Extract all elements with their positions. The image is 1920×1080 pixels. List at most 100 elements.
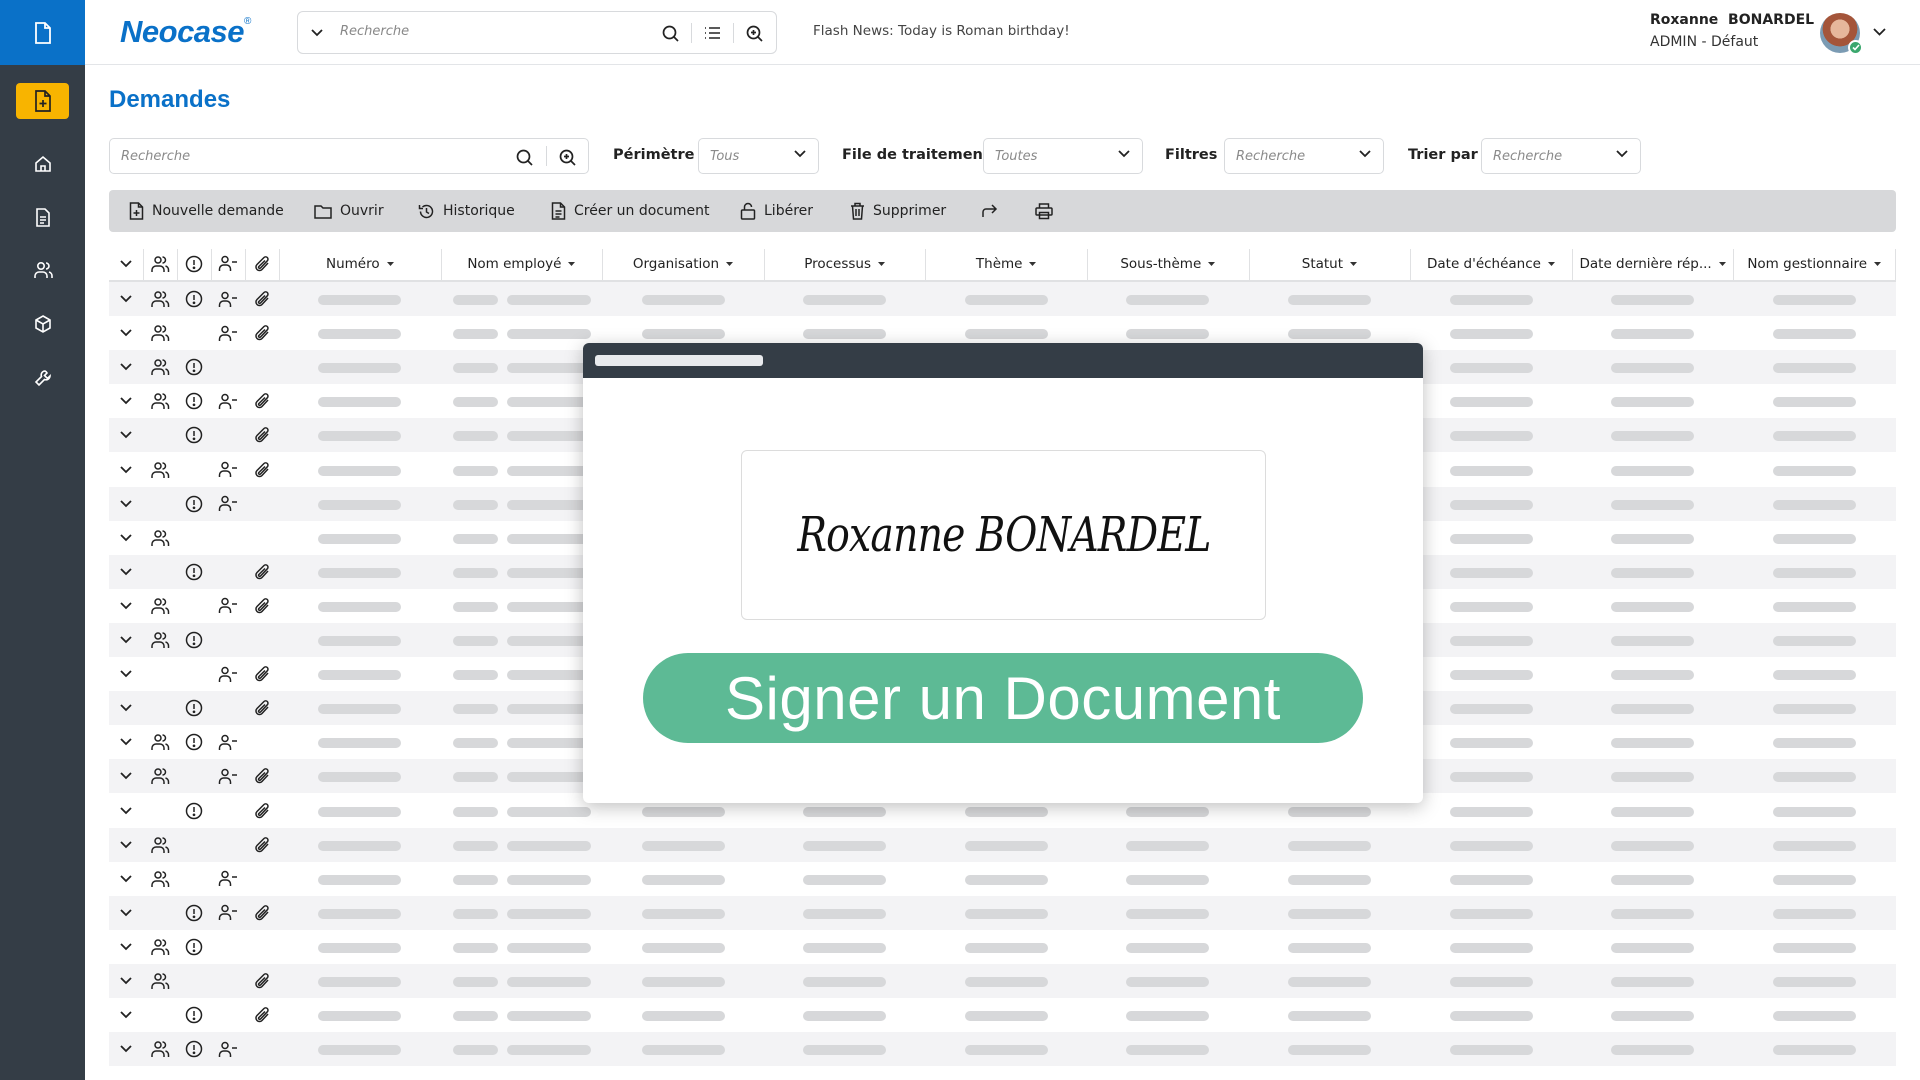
group-icon — [143, 350, 177, 384]
signature-box[interactable]: Roxanne BONARDEL — [741, 450, 1266, 620]
file-de-traitement-select[interactable]: Toutes — [983, 138, 1143, 174]
skeleton-placeholder — [1287, 806, 1371, 817]
row-expand-toggle[interactable] — [109, 862, 143, 896]
column-header[interactable]: Statut — [1249, 247, 1411, 280]
sidebar-item-documents[interactable] — [0, 197, 85, 237]
row-expand-toggle[interactable] — [109, 418, 143, 452]
list-view-button[interactable] — [701, 22, 723, 44]
table-row[interactable] — [109, 998, 1896, 1032]
expand-all-toggle[interactable] — [109, 247, 143, 280]
alert-icon — [177, 418, 211, 452]
user-menu-dropdown[interactable] — [1869, 22, 1889, 42]
request-advanced-search-button[interactable] — [556, 146, 578, 168]
row-expand-toggle[interactable] — [109, 1032, 143, 1066]
column-header[interactable]: Thème — [925, 247, 1087, 280]
skeleton-placeholder — [1772, 465, 1856, 476]
avatar[interactable] — [1820, 13, 1863, 55]
table-row[interactable] — [109, 964, 1896, 998]
skeleton-placeholder — [1287, 874, 1371, 885]
row-expand-toggle[interactable] — [109, 896, 143, 930]
trier-par-select[interactable]: Recherche — [1481, 138, 1641, 174]
perimetre-select[interactable]: Tous — [698, 138, 819, 174]
row-expand-toggle[interactable] — [109, 555, 143, 589]
group-icon — [143, 725, 177, 759]
row-expand-toggle[interactable] — [109, 589, 143, 623]
global-search-input[interactable]: Recherche — [340, 24, 409, 39]
column-header[interactable]: Date dernière rép... — [1572, 247, 1734, 280]
skeleton-placeholder — [318, 533, 402, 544]
row-expand-toggle[interactable] — [109, 350, 143, 384]
table-row[interactable] — [109, 930, 1896, 964]
sign-document-button[interactable]: Signer un Document — [643, 653, 1363, 743]
new-request-button[interactable]: Nouvelle demande — [129, 190, 284, 232]
row-expand-toggle[interactable] — [109, 487, 143, 521]
print-button[interactable] — [1035, 190, 1053, 232]
skeleton-placeholder — [1611, 567, 1695, 578]
column-header[interactable]: Nom gestionnaire — [1733, 247, 1895, 280]
table-row[interactable] — [109, 827, 1896, 862]
row-expand-toggle[interactable] — [109, 282, 143, 316]
skeleton-placeholder — [1772, 636, 1856, 646]
row-expand-toggle[interactable] — [109, 725, 143, 759]
table-row[interactable] — [109, 895, 1896, 930]
open-button[interactable]: Ouvrir — [314, 190, 384, 232]
row-expand-toggle[interactable] — [109, 930, 143, 964]
request-search-input[interactable]: Recherche — [121, 149, 190, 164]
row-expand-toggle[interactable] — [109, 384, 143, 418]
column-header[interactable]: Nom employé — [441, 247, 603, 280]
history-button[interactable]: Historique — [418, 190, 515, 232]
user-name: Roxanne BONARDEL — [1650, 12, 1815, 28]
sidebar-item-packages[interactable] — [0, 304, 85, 344]
skeleton-placeholder — [318, 977, 402, 987]
row-expand-toggle[interactable] — [109, 691, 143, 725]
skeleton-placeholder — [318, 431, 402, 442]
search-scope-dropdown[interactable] — [308, 24, 326, 42]
skeleton-placeholder — [318, 465, 402, 476]
request-search-button[interactable] — [513, 146, 535, 168]
row-expand-toggle[interactable] — [109, 521, 143, 555]
row-expand-toggle[interactable] — [109, 453, 143, 487]
row-expand-toggle[interactable] — [109, 623, 143, 657]
row-expand-toggle[interactable] — [109, 998, 143, 1032]
row-expand-toggle[interactable] — [109, 657, 143, 691]
skeleton-placeholder — [1287, 329, 1371, 340]
row-expand-toggle[interactable] — [109, 964, 143, 998]
column-header[interactable]: Organisation — [602, 247, 764, 280]
chevron-down-icon — [1118, 150, 1130, 158]
chevron-down-icon — [1872, 28, 1886, 36]
filtres-select[interactable]: Recherche — [1224, 138, 1384, 174]
table-row[interactable] — [109, 282, 1896, 316]
skeleton-placeholder — [1126, 1011, 1210, 1022]
column-header[interactable]: Sous-thème — [1087, 247, 1249, 280]
skeleton-placeholder — [1611, 329, 1695, 340]
column-header[interactable]: Processus — [764, 247, 926, 280]
row-expand-toggle[interactable] — [109, 828, 143, 862]
logo-registered-mark: ® — [244, 16, 251, 27]
delete-button[interactable]: Supprimer — [850, 190, 946, 232]
row-expand-toggle[interactable] — [109, 759, 143, 793]
row-expand-toggle[interactable] — [109, 316, 143, 350]
forward-button[interactable] — [981, 190, 998, 232]
global-search-button[interactable] — [659, 22, 681, 44]
sidebar-item-home[interactable] — [0, 144, 85, 184]
table-row[interactable] — [109, 862, 1896, 896]
skeleton-placeholder — [1611, 1011, 1695, 1022]
table-row[interactable] — [109, 1032, 1896, 1067]
header-alert-icon — [177, 247, 211, 280]
sidebar-top-document-button[interactable] — [0, 0, 85, 65]
forward-icon — [981, 204, 998, 218]
column-header[interactable]: Numéro — [279, 247, 441, 280]
search-icon — [662, 25, 679, 42]
skeleton-placeholder — [1772, 772, 1856, 783]
chevron-down-icon — [120, 977, 132, 985]
row-expand-toggle[interactable] — [109, 794, 143, 828]
release-button[interactable]: Libérer — [740, 190, 813, 232]
column-header[interactable]: Date d'échéance — [1410, 247, 1572, 280]
neocase-logo[interactable]: Neocase® — [120, 14, 251, 50]
create-document-button[interactable]: Créer un document — [551, 190, 710, 232]
skeleton-placeholder — [1611, 499, 1695, 510]
sidebar-item-tools[interactable] — [0, 358, 85, 398]
sidebar-item-users[interactable] — [0, 250, 85, 290]
advanced-search-button[interactable] — [743, 22, 765, 44]
sidebar-item-new-request[interactable] — [0, 81, 85, 121]
